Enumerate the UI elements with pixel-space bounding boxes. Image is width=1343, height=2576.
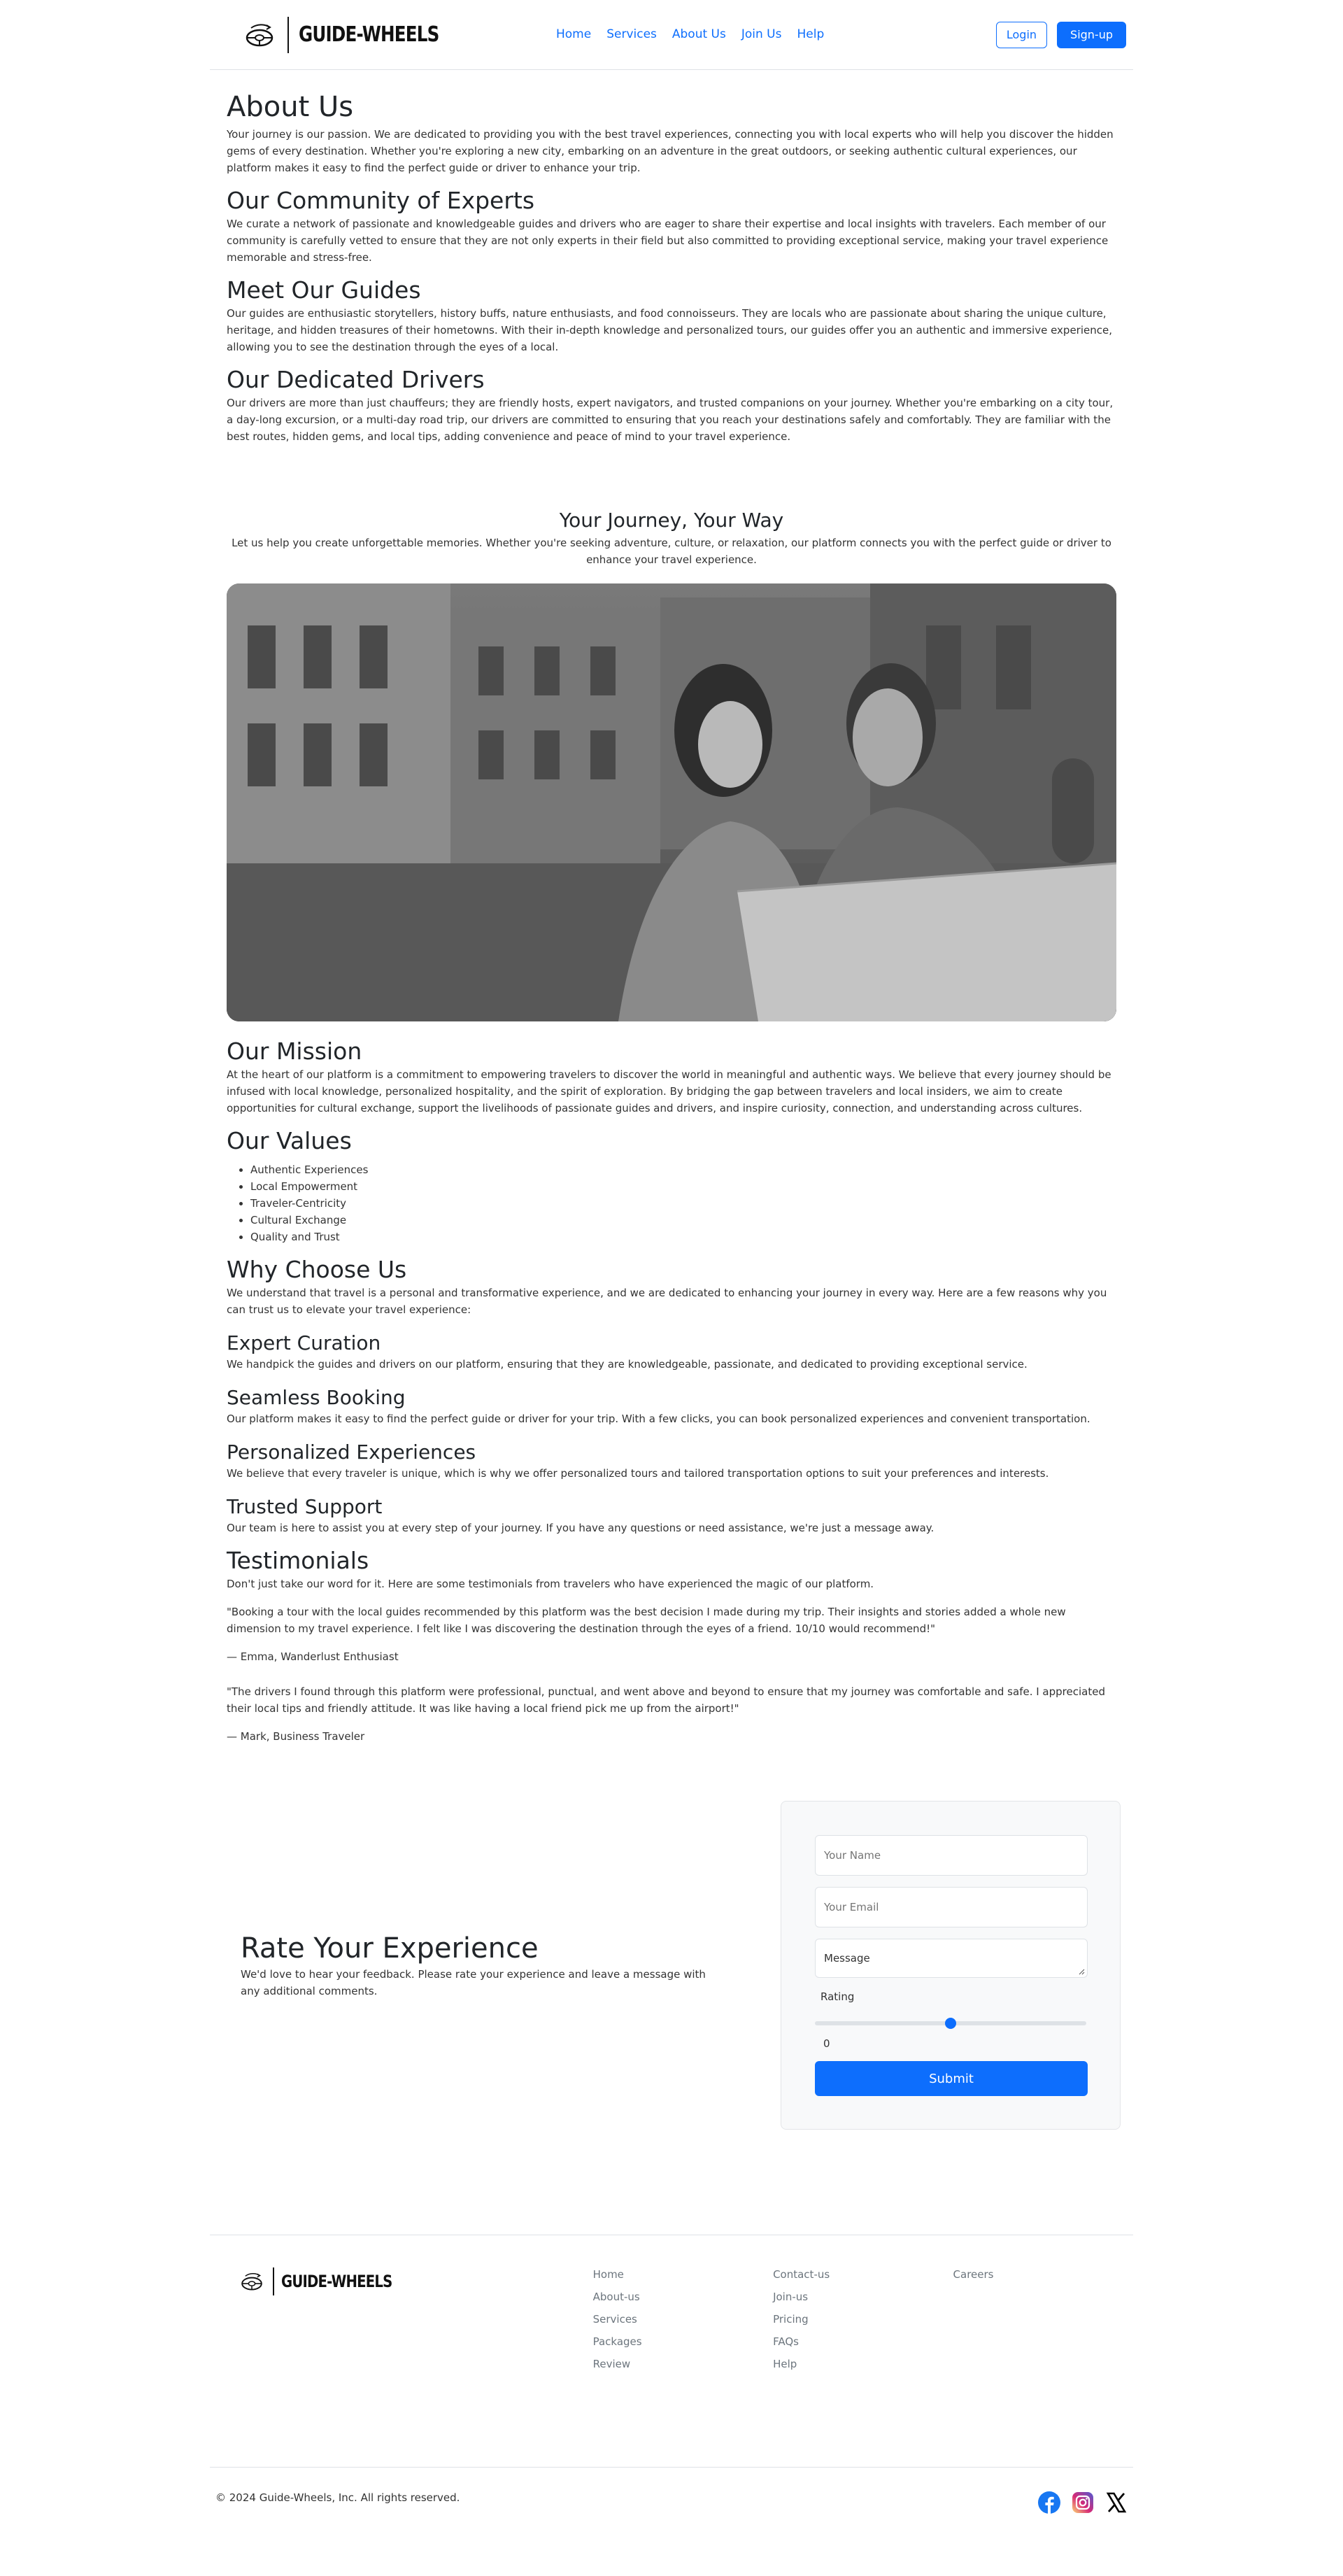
why-text: We understand that travel is a personal … <box>227 1287 1107 1316</box>
guides-text: Our guides are enthusiastic storytellers… <box>227 307 1112 353</box>
footer-link-careers[interactable]: Careers <box>953 2267 1133 2281</box>
support-title: Trusted Support <box>227 1495 383 1518</box>
brand-divider <box>287 16 289 53</box>
drivers-text: Our drivers are more than just chauffeur… <box>227 397 1114 443</box>
booking-text: Our platform makes it easy to find the p… <box>227 1413 1090 1425</box>
feedback-form: Message Rating 0 Submit <box>781 1801 1121 2130</box>
footer-link-about-us[interactable]: About-us <box>593 2290 773 2304</box>
brand-divider <box>273 2267 274 2295</box>
list-item: Quality and Trust <box>250 1229 1116 1245</box>
testimonial-quote: "The drivers I found through this platfo… <box>227 1685 1105 1715</box>
journey-text: Let us help you create unforgettable mem… <box>232 537 1111 566</box>
footer-bottom: © 2024 Guide-Wheels, Inc. All rights res… <box>210 2467 1133 2523</box>
booking-title: Seamless Booking <box>227 1386 406 1409</box>
rate-section: Rate Your Experience We'd love to hear y… <box>210 1801 1133 2130</box>
instagram-icon[interactable] <box>1072 2491 1094 2514</box>
footer-link-review[interactable]: Review <box>593 2357 773 2371</box>
footer-link-services[interactable]: Services <box>593 2312 773 2326</box>
social-links <box>1038 2491 1128 2514</box>
testimonial-quote: "Booking a tour with the local guides re… <box>227 1606 1066 1635</box>
main-content: About Us Your journey is our passion. We… <box>210 90 1133 1745</box>
steering-wheel-logo-icon <box>241 2272 262 2291</box>
footer-column-1: Home About-us Services Packages Review <box>593 2267 773 2458</box>
nav-help[interactable]: Help <box>797 26 824 44</box>
rating-slider[interactable] <box>815 2014 1086 2032</box>
testimonial-author: — Mark, Business Traveler <box>227 1730 365 1743</box>
footer-brand-name: GUIDE-WHEELS <box>281 2272 392 2291</box>
signup-button[interactable]: Sign-up <box>1057 21 1126 48</box>
community-text: We curate a network of passionate and kn… <box>227 218 1109 264</box>
auth-buttons: Login Sign-up <box>995 21 1126 48</box>
footer-link-faqs[interactable]: FAQs <box>773 2335 953 2349</box>
footer-link-pricing[interactable]: Pricing <box>773 2312 953 2326</box>
personalized-title: Personalized Experiences <box>227 1441 476 1464</box>
copyright: © 2024 Guide-Wheels, Inc. All rights res… <box>215 2491 460 2505</box>
why-title: Why Choose Us <box>227 1256 407 1283</box>
slider-thumb[interactable] <box>945 2017 956 2029</box>
curation-title: Expert Curation <box>227 1331 381 1354</box>
footer: GUIDE-WHEELS Home About-us Services Pack… <box>210 2235 1133 2458</box>
footer-column-2: Contact-us Join-us Pricing FAQs Help <box>773 2267 953 2458</box>
mission-text: At the heart of our platform is a commit… <box>227 1068 1111 1114</box>
nav-services[interactable]: Services <box>606 26 657 44</box>
footer-link-home[interactable]: Home <box>593 2267 773 2281</box>
nav-about-us[interactable]: About Us <box>672 26 726 44</box>
list-item: Traveler-Centricity <box>250 1195 1116 1212</box>
facebook-icon[interactable] <box>1038 2491 1060 2514</box>
list-item: Authentic Experiences <box>250 1161 1116 1178</box>
community-title: Our Community of Experts <box>227 187 535 214</box>
rating-label: Rating <box>820 1990 855 2003</box>
list-item: Cultural Exchange <box>250 1212 1116 1229</box>
message-textarea[interactable]: Message <box>815 1939 1088 1978</box>
testimonials-title: Testimonials <box>227 1547 369 1574</box>
name-input[interactable] <box>815 1835 1088 1876</box>
about-intro: Your journey is our passion. We are dedi… <box>227 128 1114 174</box>
brand[interactable]: GUIDE-WHEELS <box>241 16 556 53</box>
journey-section: Your Journey, Your Way Let us help you c… <box>227 508 1116 568</box>
footer-brand[interactable]: GUIDE-WHEELS <box>238 2267 579 2295</box>
site-header: GUIDE-WHEELS Home Services About Us Join… <box>210 0 1133 70</box>
footer-link-contact-us[interactable]: Contact-us <box>773 2267 953 2281</box>
email-input[interactable] <box>815 1887 1088 1927</box>
mission-title: Our Mission <box>227 1038 362 1065</box>
personalized-text: We believe that every traveler is unique… <box>227 1467 1049 1480</box>
submit-button[interactable]: Submit <box>815 2061 1088 2096</box>
footer-column-3: Careers <box>953 2267 1133 2458</box>
main-nav: Home Services About Us Join Us Help <box>556 26 824 44</box>
journey-title: Your Journey, Your Way <box>559 509 784 532</box>
rate-text: We'd love to hear your feedback. Please … <box>241 1968 706 1997</box>
drivers-title: Our Dedicated Drivers <box>227 366 485 393</box>
values-list: Authentic Experiences Local Empowerment … <box>250 1161 1116 1245</box>
message-placeholder: Message <box>824 1952 870 1965</box>
about-title: About Us <box>227 91 354 123</box>
login-button[interactable]: Login <box>995 21 1048 48</box>
rating-value: 0 <box>823 2037 830 2050</box>
hero-image <box>227 583 1116 1021</box>
testimonials-intro: Don't just take our word for it. Here ar… <box>227 1578 874 1590</box>
guides-title: Meet Our Guides <box>227 276 421 304</box>
nav-home[interactable]: Home <box>556 26 591 44</box>
list-item: Local Empowerment <box>250 1178 1116 1195</box>
rate-title: Rate Your Experience <box>241 1932 539 1965</box>
curation-text: We handpick the guides and drivers on ou… <box>227 1358 1028 1371</box>
support-text: Our team is here to assist you at every … <box>227 1522 935 1534</box>
resize-grip-icon[interactable] <box>1078 1968 1085 1975</box>
brand-name: GUIDE-WHEELS <box>299 22 439 47</box>
footer-link-help[interactable]: Help <box>773 2357 953 2371</box>
steering-wheel-logo-icon <box>246 23 273 46</box>
footer-link-packages[interactable]: Packages <box>593 2335 773 2349</box>
footer-link-join-us[interactable]: Join-us <box>773 2290 953 2304</box>
rate-intro: Rate Your Experience We'd love to hear y… <box>241 1931 716 2000</box>
nav-join-us[interactable]: Join Us <box>741 26 782 44</box>
testimonial-author: — Emma, Wanderlust Enthusiast <box>227 1650 399 1663</box>
values-title: Our Values <box>227 1127 352 1154</box>
x-icon[interactable] <box>1105 2491 1128 2514</box>
